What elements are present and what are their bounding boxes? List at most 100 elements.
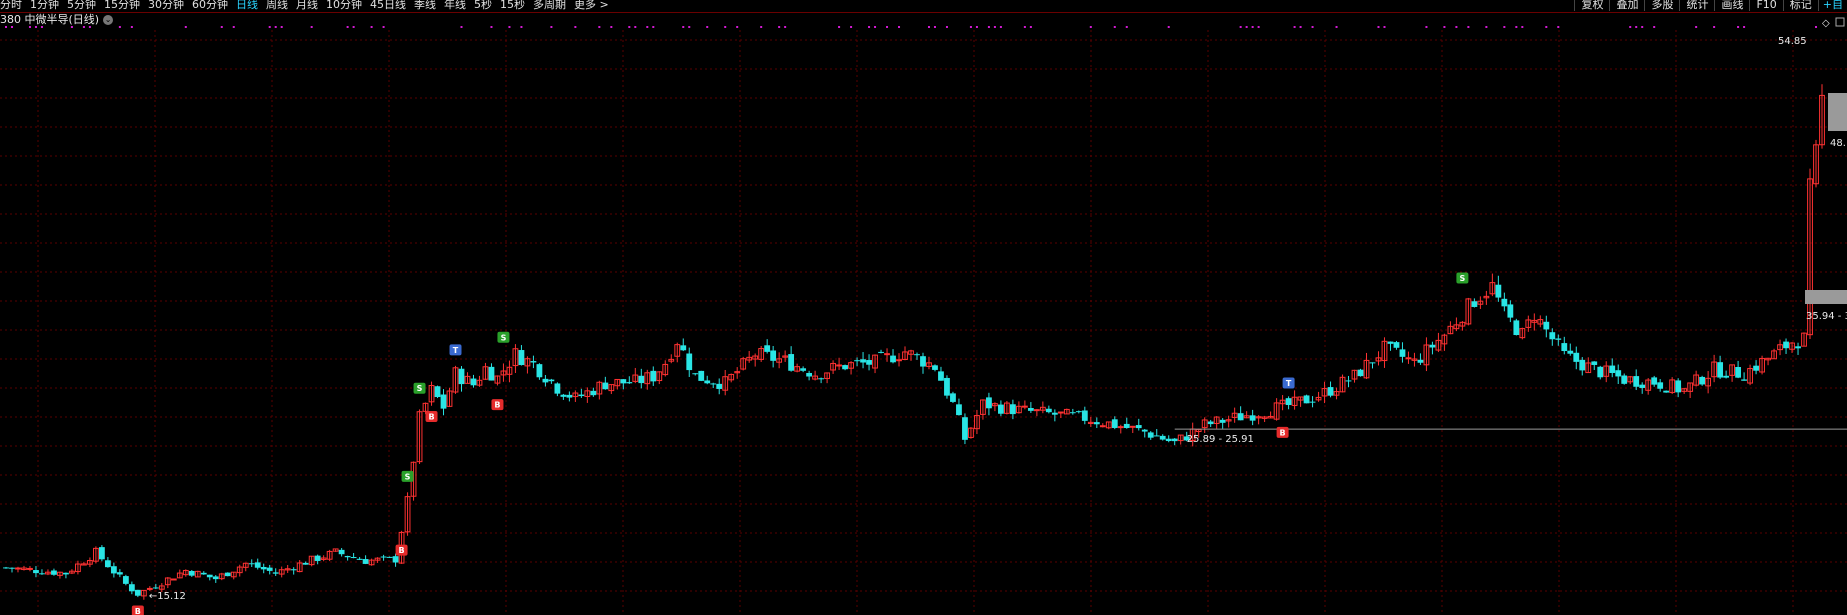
tab-period-0[interactable]: 分时 bbox=[0, 0, 22, 11]
toolbar-button-6[interactable]: 标记 bbox=[1782, 0, 1818, 11]
candle-body bbox=[566, 394, 573, 398]
candle-body bbox=[1357, 369, 1364, 377]
signal-dot bbox=[610, 26, 613, 28]
candle-body bbox=[1117, 426, 1124, 429]
candle-body bbox=[1495, 284, 1502, 298]
signal-dot bbox=[1695, 26, 1698, 28]
candlestick-chart[interactable]: B B S S B T B S T B S 54.85 48. 35.94 - 3 25.89 - 25.9… bbox=[0, 0, 1847, 615]
toolbar-button-2[interactable]: 多股 bbox=[1644, 0, 1679, 11]
tab-period-15[interactable]: 多周期 bbox=[533, 0, 566, 11]
toolbar-button-4[interactable]: 画线 bbox=[1714, 0, 1749, 11]
tab-period-1[interactable]: 1分钟 bbox=[30, 0, 59, 11]
candle-body bbox=[1633, 376, 1640, 387]
price-tag-lower bbox=[1805, 290, 1847, 304]
candle-body bbox=[1219, 419, 1226, 423]
candle-body bbox=[896, 359, 902, 362]
add-self-select-button[interactable]: +自 bbox=[1817, 0, 1847, 11]
signal-dot bbox=[628, 26, 631, 28]
candle-body bbox=[818, 378, 825, 380]
candle-body bbox=[1285, 398, 1292, 406]
tab-period-7[interactable]: 周线 bbox=[266, 0, 288, 11]
signal-marker-label: B bbox=[428, 412, 434, 421]
tab-period-11[interactable]: 季线 bbox=[414, 0, 436, 11]
signal-dot bbox=[682, 26, 685, 28]
tab-period-9[interactable]: 10分钟 bbox=[326, 0, 362, 11]
candle-body bbox=[128, 584, 135, 592]
tab-period-14[interactable]: 15秒 bbox=[500, 0, 525, 11]
candle-body bbox=[854, 360, 860, 362]
candle-body bbox=[134, 589, 141, 596]
tab-period-12[interactable]: 年线 bbox=[444, 0, 466, 11]
signal-dot bbox=[280, 26, 283, 28]
signal-dot bbox=[130, 26, 133, 28]
signal-marker-label: B bbox=[494, 401, 500, 410]
candle-body bbox=[1165, 438, 1172, 442]
low-price-label: ←15.12 bbox=[149, 591, 186, 602]
tab-period-16[interactable]: 更多 > bbox=[574, 0, 609, 11]
signal-dot bbox=[784, 26, 787, 28]
signal-dot bbox=[1125, 26, 1128, 28]
signal-dot bbox=[868, 26, 871, 28]
candle-body bbox=[650, 370, 657, 382]
tab-period-3[interactable]: 15分钟 bbox=[104, 0, 140, 11]
candle-body bbox=[626, 382, 633, 384]
toolbar-button-0[interactable]: 复权 bbox=[1574, 0, 1609, 11]
candle-body bbox=[1417, 359, 1424, 363]
signal-dot bbox=[634, 26, 637, 28]
signal-dot bbox=[760, 26, 763, 28]
candle-body bbox=[1795, 346, 1801, 349]
signal-dot bbox=[1737, 26, 1740, 28]
signal-dot bbox=[274, 26, 277, 28]
candle-body bbox=[1507, 304, 1514, 318]
candle-body bbox=[39, 573, 45, 575]
candle-body bbox=[788, 354, 795, 371]
signal-dot bbox=[999, 26, 1002, 28]
tab-period-4[interactable]: 30分钟 bbox=[148, 0, 184, 11]
tab-period-13[interactable]: 5秒 bbox=[474, 0, 492, 11]
tab-period-5[interactable]: 60分钟 bbox=[192, 0, 228, 11]
candle-body bbox=[542, 378, 549, 383]
candle-body bbox=[350, 557, 357, 559]
candle-body bbox=[470, 378, 477, 386]
candle-body bbox=[1309, 401, 1316, 403]
signal-dot bbox=[1089, 26, 1092, 28]
signal-dot bbox=[598, 26, 601, 28]
signal-dot bbox=[1815, 26, 1818, 28]
signal-dot bbox=[574, 26, 577, 28]
toolbar-button-1[interactable]: 叠加 bbox=[1609, 0, 1644, 11]
tab-period-2[interactable]: 5分钟 bbox=[67, 0, 96, 11]
signal-dot bbox=[346, 26, 349, 28]
tool-buttons: 复权 叠加 多股 统计 画线 F10 标记 +自 bbox=[1574, 0, 1847, 11]
signal-dot bbox=[1503, 26, 1506, 28]
candle-body bbox=[266, 567, 273, 571]
signal-dot bbox=[874, 26, 877, 28]
signal-dot bbox=[1377, 26, 1380, 28]
signal-dot bbox=[1245, 26, 1248, 28]
toolbar-button-5[interactable]: F10 bbox=[1749, 0, 1782, 11]
candle-body bbox=[440, 394, 447, 409]
candle-body bbox=[1051, 412, 1058, 415]
tab-period-8[interactable]: 月线 bbox=[296, 0, 318, 11]
candle-body bbox=[686, 353, 693, 371]
candle-body bbox=[578, 394, 585, 397]
candle-body bbox=[1639, 384, 1646, 388]
chevron-down-icon[interactable]: ⌄ bbox=[103, 15, 114, 25]
toolbar-button-3[interactable]: 统计 bbox=[1679, 0, 1714, 11]
candle-body bbox=[1135, 425, 1142, 429]
tab-period-10[interactable]: 45日线 bbox=[370, 0, 406, 11]
signal-dot bbox=[184, 26, 187, 28]
candle-body bbox=[1303, 395, 1310, 404]
candle-body bbox=[620, 379, 627, 384]
candle-body bbox=[1657, 382, 1664, 389]
candle-body bbox=[1663, 390, 1670, 393]
signal-dot bbox=[382, 26, 385, 28]
candle-body bbox=[530, 361, 537, 363]
tab-period-6[interactable]: 日线 bbox=[236, 0, 258, 11]
candle-body bbox=[1573, 352, 1580, 362]
candle-body bbox=[1021, 405, 1028, 408]
period-tabs: 分时 1分钟 5分钟 15分钟 30分钟 60分钟 日线 周线 月线 10分钟 45日线 季线 年线 5秒… bbox=[0, 0, 617, 11]
candle-body bbox=[1741, 379, 1747, 381]
candle-body bbox=[362, 559, 369, 564]
candle-body bbox=[1057, 411, 1064, 414]
candle-body bbox=[248, 563, 255, 565]
